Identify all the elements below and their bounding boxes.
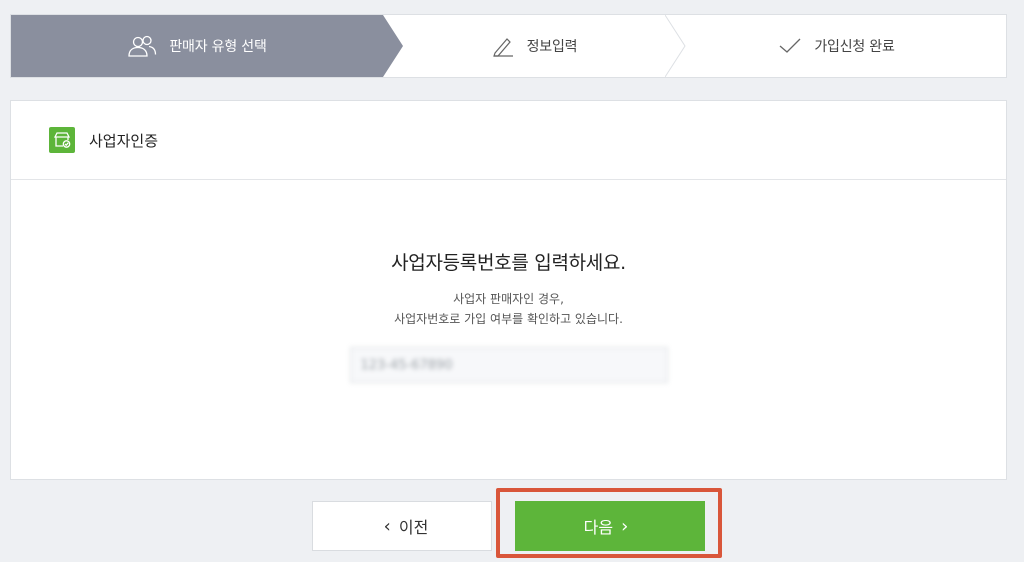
prev-button-label: 이전 bbox=[398, 518, 429, 537]
description-line: 사업자번호로 가입 여부를 확인하고 있습니다. bbox=[394, 312, 623, 326]
description-line: 사업자 판매자인 경우, bbox=[453, 292, 564, 306]
store-check-icon bbox=[49, 127, 75, 153]
description: 사업자 판매자인 경우, 사업자번호로 가입 여부를 확인하고 있습니다. bbox=[11, 289, 1006, 329]
check-icon bbox=[778, 37, 802, 55]
step-label: 판매자 유형 선택 bbox=[169, 39, 267, 55]
business-number-input[interactable] bbox=[349, 347, 668, 383]
step-label: 가입신청 완료 bbox=[814, 39, 895, 55]
chevron-right-icon: › bbox=[621, 515, 629, 537]
card-title: 사업자인증 bbox=[89, 131, 159, 150]
users-icon bbox=[127, 35, 157, 57]
step-info-input: 정보입력 bbox=[403, 15, 665, 77]
page-headline: 사업자등록번호를 입력하세요. bbox=[391, 252, 626, 274]
business-verification-card: 사업자인증 사업자등록번호를 입력하세요. 사업자 판매자인 경우, 사업자번호… bbox=[10, 100, 1007, 480]
next-button[interactable]: 다음 › bbox=[515, 501, 705, 551]
step-seller-type: 판매자 유형 선택 bbox=[11, 15, 383, 77]
signup-stepper: 판매자 유형 선택 정보입력 가입신청 완료 bbox=[10, 14, 1007, 78]
step-label: 정보입력 bbox=[526, 39, 578, 55]
pencil-icon bbox=[491, 35, 515, 57]
card-body: 사업자등록번호를 입력하세요. 사업자 판매자인 경우, 사업자번호로 가입 여… bbox=[11, 248, 1006, 383]
step-signup-complete: 가입신청 완료 bbox=[665, 15, 1008, 77]
card-header: 사업자인증 bbox=[11, 101, 1006, 180]
chevron-left-icon: ‹ bbox=[383, 515, 391, 537]
next-button-label: 다음 bbox=[583, 518, 614, 537]
prev-button[interactable]: ‹ 이전 bbox=[312, 501, 492, 551]
